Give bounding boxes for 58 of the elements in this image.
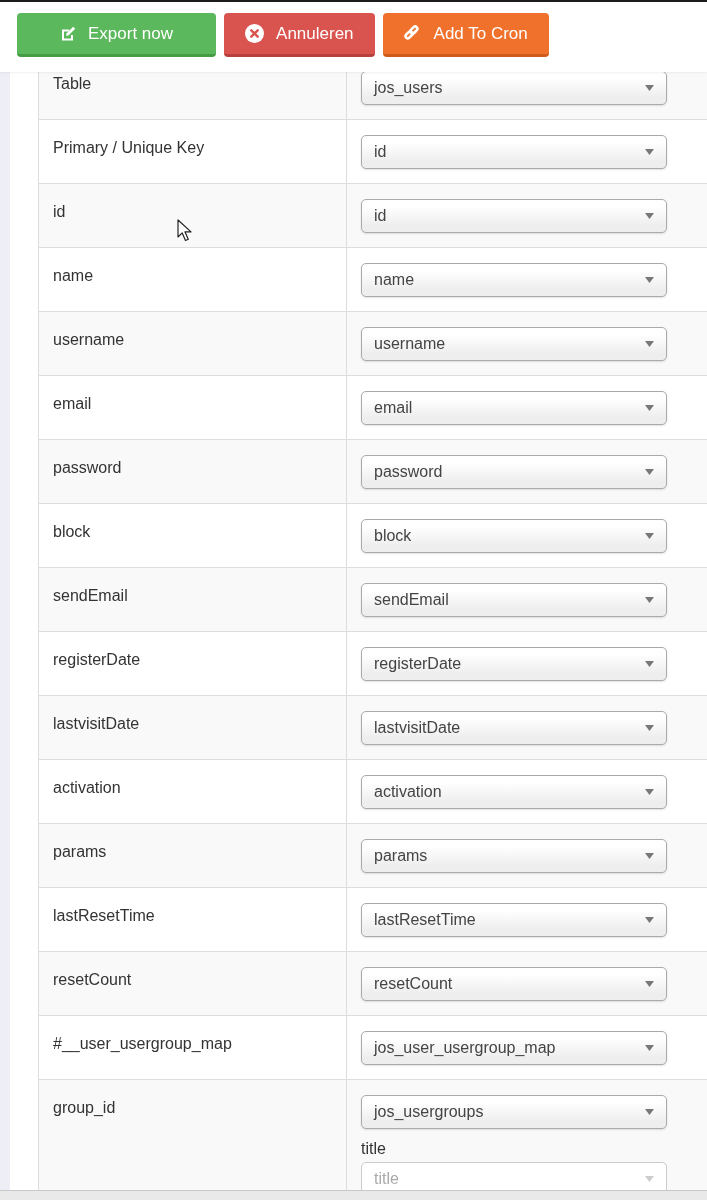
field-label: resetCount [53,971,132,988]
field-label: Primary / Unique Key [53,139,205,156]
dropdown[interactable]: resetCount [361,967,667,1001]
field-label: email [53,395,92,412]
caret-icon [645,853,654,859]
caret-icon [645,277,654,283]
dropdown[interactable]: name [361,263,667,297]
dropdown[interactable]: params [361,839,667,873]
caret-icon [645,341,654,347]
dropdown[interactable]: jos_user_usergroup_map [361,1031,667,1065]
mouse-pointer-icon [177,219,192,242]
field-label: id [53,203,66,220]
dropdown[interactable]: lastvisitDate [361,711,667,745]
dropdown[interactable]: registerDate [361,647,667,681]
caret-icon [645,1045,654,1051]
field-label: name [53,267,94,284]
dropdown[interactable]: block [361,519,667,553]
cancel-button[interactable]: Annuleren [224,13,375,57]
link-icon [403,24,422,43]
field-label: activation [53,779,121,796]
dropdown[interactable]: jos_users [361,72,667,105]
dropdown[interactable]: email [361,391,667,425]
caret-icon [645,597,654,603]
field-label: group_id [53,1099,116,1116]
field-label: lastResetTime [53,907,155,924]
field-label: password [53,459,122,476]
field-label: registerDate [53,651,141,668]
dropdown[interactable]: sendEmail [361,583,667,617]
dropdown[interactable]: username [361,327,667,361]
caret-icon [645,1109,654,1115]
caret-icon [645,213,654,219]
caret-icon [645,981,654,987]
caret-icon [645,149,654,155]
field-label: username [53,331,125,348]
caret-icon [645,789,654,795]
field-label: sendEmail [53,587,128,604]
caret-icon [645,917,654,923]
dropdown[interactable]: id [361,199,667,233]
close-circle-icon [245,24,265,43]
field-label: params [53,843,107,860]
field-label: lastvisitDate [53,715,140,732]
caret-icon [645,661,654,667]
field-label: block [53,523,91,540]
caret-icon [645,405,654,411]
field-label: title [361,1139,386,1159]
dropdown[interactable]: activation [361,775,667,809]
caret-icon [645,1176,654,1182]
caret-icon [645,725,654,731]
caret-icon [645,469,654,475]
dropdown[interactable]: id [361,135,667,169]
dropdown[interactable]: password [361,455,667,489]
field-label: Table [53,75,92,92]
caret-icon [645,85,654,91]
caret-icon [645,533,654,539]
dropdown[interactable]: lastResetTime [361,903,667,937]
edit-icon [60,25,76,42]
dropdown[interactable]: jos_usergroups [361,1095,667,1129]
field-label: #__user_usergroup_map [53,1035,232,1052]
